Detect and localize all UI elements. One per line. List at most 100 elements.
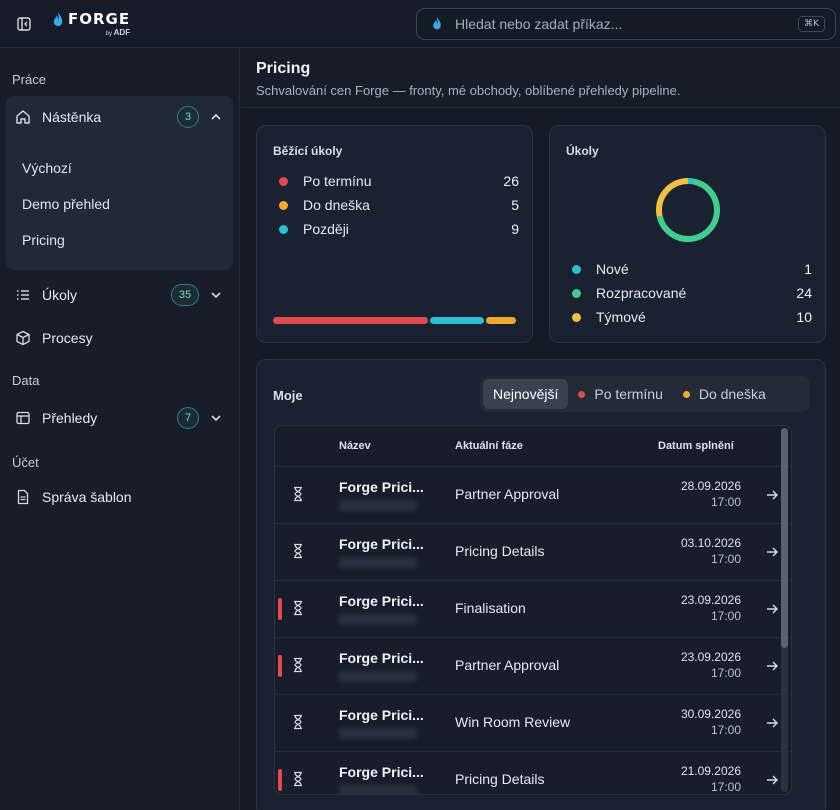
arrow-right-icon[interactable] (765, 488, 779, 502)
table-icon (14, 409, 32, 427)
search-placeholder: Hledat nebo zadat příkaz... (455, 16, 623, 32)
stat-row-team[interactable]: Týmové 10 (572, 308, 812, 326)
row-name: Forge Prici... (339, 479, 424, 495)
filter-overdue-button[interactable]: Po termínu (568, 379, 672, 409)
hourglass-icon (294, 543, 302, 559)
status-dot (279, 176, 288, 186)
filter-newest-button[interactable]: Nejnovější (483, 379, 569, 409)
stat-value: 10 (796, 309, 812, 325)
scrollbar-thumb[interactable] (781, 428, 788, 648)
row-due-date: 03.10.2026 17:00 (680, 536, 741, 566)
row-name: Forge Prici... (339, 536, 424, 552)
arrow-right-icon[interactable] (765, 545, 779, 559)
row-due-date: 21.09.2026 17:00 (680, 764, 741, 794)
sidebar-subitem-demo[interactable]: Demo přehled (22, 196, 110, 212)
table-row[interactable]: Forge Prici... Finalisation 23.09.2026 17:0… (275, 580, 791, 637)
tasks-card: Úkoly Nové 1 Rozpracované 24 Týmové 10 (549, 125, 826, 343)
sidebar-subitem-pricing[interactable]: Pricing (22, 232, 65, 248)
arrow-right-icon[interactable] (765, 602, 779, 616)
filter-today-button[interactable]: Do dneška (673, 379, 776, 409)
chevron-down-icon[interactable] (209, 288, 223, 302)
stat-row-later[interactable]: Později 9 (279, 220, 519, 238)
hourglass-icon (294, 486, 302, 502)
row-due-date: 28.09.2026 17:00 (680, 479, 741, 509)
bar-segment (430, 317, 485, 324)
card-title: Úkoly (566, 144, 599, 158)
stat-label: Nové (596, 261, 629, 277)
sidebar-item-label: Správa šablon (42, 489, 132, 505)
bar-segment (486, 317, 516, 324)
scrollbar[interactable] (781, 428, 788, 792)
sidebar-item-overviews[interactable]: Přehledy 7 (6, 398, 233, 438)
row-due-date: 23.09.2026 17:00 (680, 650, 741, 680)
redacted-text (339, 557, 417, 568)
home-icon (14, 108, 32, 126)
sidebar-item-processes[interactable]: Procesy (6, 318, 233, 358)
sidebar-toggle-icon[interactable] (14, 14, 34, 34)
column-header-phase[interactable]: Aktuální fáze (455, 440, 523, 452)
sidebar-item-tasks[interactable]: Úkoly 35 (6, 275, 233, 315)
stat-value: 26 (503, 173, 519, 189)
sidebar-item-label: Nástěnka (42, 109, 102, 125)
row-phase: Win Room Review (455, 714, 571, 730)
row-phase: Pricing Details (455, 771, 545, 787)
page-header: Pricing Schvalování cen Forge — fronty, … (241, 48, 840, 108)
top-bar: FORGE by ADF Hledat nebo zadat příkaz...… (0, 0, 840, 48)
table-row[interactable]: Forge Prici... Pricing Details 21.09.2026 1… (275, 751, 791, 794)
shortcut-badge: ⌘K (798, 16, 825, 32)
stat-row-today[interactable]: Do dneška 5 (279, 196, 519, 214)
row-phase: Finalisation (455, 600, 526, 616)
sidebar-item-label: Přehledy (42, 410, 98, 426)
distribution-bar (273, 317, 516, 324)
section-label-work: Práce (12, 72, 46, 87)
status-dot (279, 200, 288, 210)
logo-subline: by ADF (105, 28, 131, 38)
stat-value: 24 (796, 285, 812, 301)
column-header-name[interactable]: Název (339, 440, 371, 452)
row-due-date: 30.09.2026 17:00 (680, 707, 741, 737)
card-title: Moje (273, 388, 303, 403)
arrow-right-icon[interactable] (765, 659, 779, 673)
chevron-up-icon[interactable] (209, 110, 223, 124)
sidebar-item-templates[interactable]: Správa šablon (6, 477, 233, 517)
redacted-text (339, 785, 417, 794)
forge-logo[interactable]: FORGE by ADF (52, 10, 130, 40)
row-name: Forge Prici... (339, 764, 424, 780)
table-row[interactable]: Forge Prici... Partner Approval 23.09.2026… (275, 637, 791, 694)
row-name: Forge Prici... (339, 593, 424, 609)
stat-row-in-progress[interactable]: Rozpracované 24 (572, 284, 812, 302)
table-row[interactable]: Forge Prici... Win Room Review 30.09.2026 1… (275, 694, 791, 751)
my-items-card: Moje Nejnovější Po termínu Do dneška Náz… (256, 359, 826, 810)
table-row[interactable]: Forge Prici... Partner Approval 28.09.2026… (275, 466, 791, 523)
card-title: Běžící úkoly (273, 144, 343, 158)
hourglass-icon (294, 771, 302, 787)
status-dot (572, 312, 581, 322)
stat-row-overdue[interactable]: Po termínu 26 (279, 172, 519, 190)
row-phase: Pricing Details (455, 543, 545, 559)
arrow-right-icon[interactable] (765, 773, 779, 787)
table-row[interactable]: Forge Prici... Pricing Details 03.10.2026 1… (275, 523, 791, 580)
stat-value: 5 (511, 197, 519, 213)
logo-wordmark: FORGE (68, 10, 131, 28)
arrow-right-icon[interactable] (765, 716, 779, 730)
stat-value: 1 (804, 261, 812, 277)
overdue-flag (278, 769, 282, 791)
sidebar-subitem-default[interactable]: Výchozí (22, 160, 72, 176)
stat-row-new[interactable]: Nové 1 (572, 260, 812, 278)
chevron-down-icon[interactable] (209, 411, 223, 425)
page-title: Pricing (256, 60, 311, 77)
count-badge: 3 (177, 106, 199, 128)
search-input[interactable]: Hledat nebo zadat příkaz... ⌘K (416, 8, 836, 40)
sidebar-item-dashboard[interactable]: Nástěnka 3 (6, 97, 233, 137)
flame-search-icon (433, 16, 441, 30)
row-name: Forge Prici... (339, 707, 424, 723)
document-icon (14, 488, 32, 506)
column-header-due[interactable]: Datum splnění (658, 440, 734, 452)
redacted-text (339, 728, 417, 739)
stat-value: 9 (511, 221, 519, 237)
redacted-text (339, 500, 417, 511)
status-dot (578, 390, 586, 398)
running-tasks-card: Běžící úkoly Po termínu 26 Do dneška 5 P… (256, 125, 533, 343)
sidebar: Práce Nástěnka 3 Výchozí Demo přehled Pr… (0, 48, 240, 810)
section-label-data: Data (12, 373, 40, 388)
